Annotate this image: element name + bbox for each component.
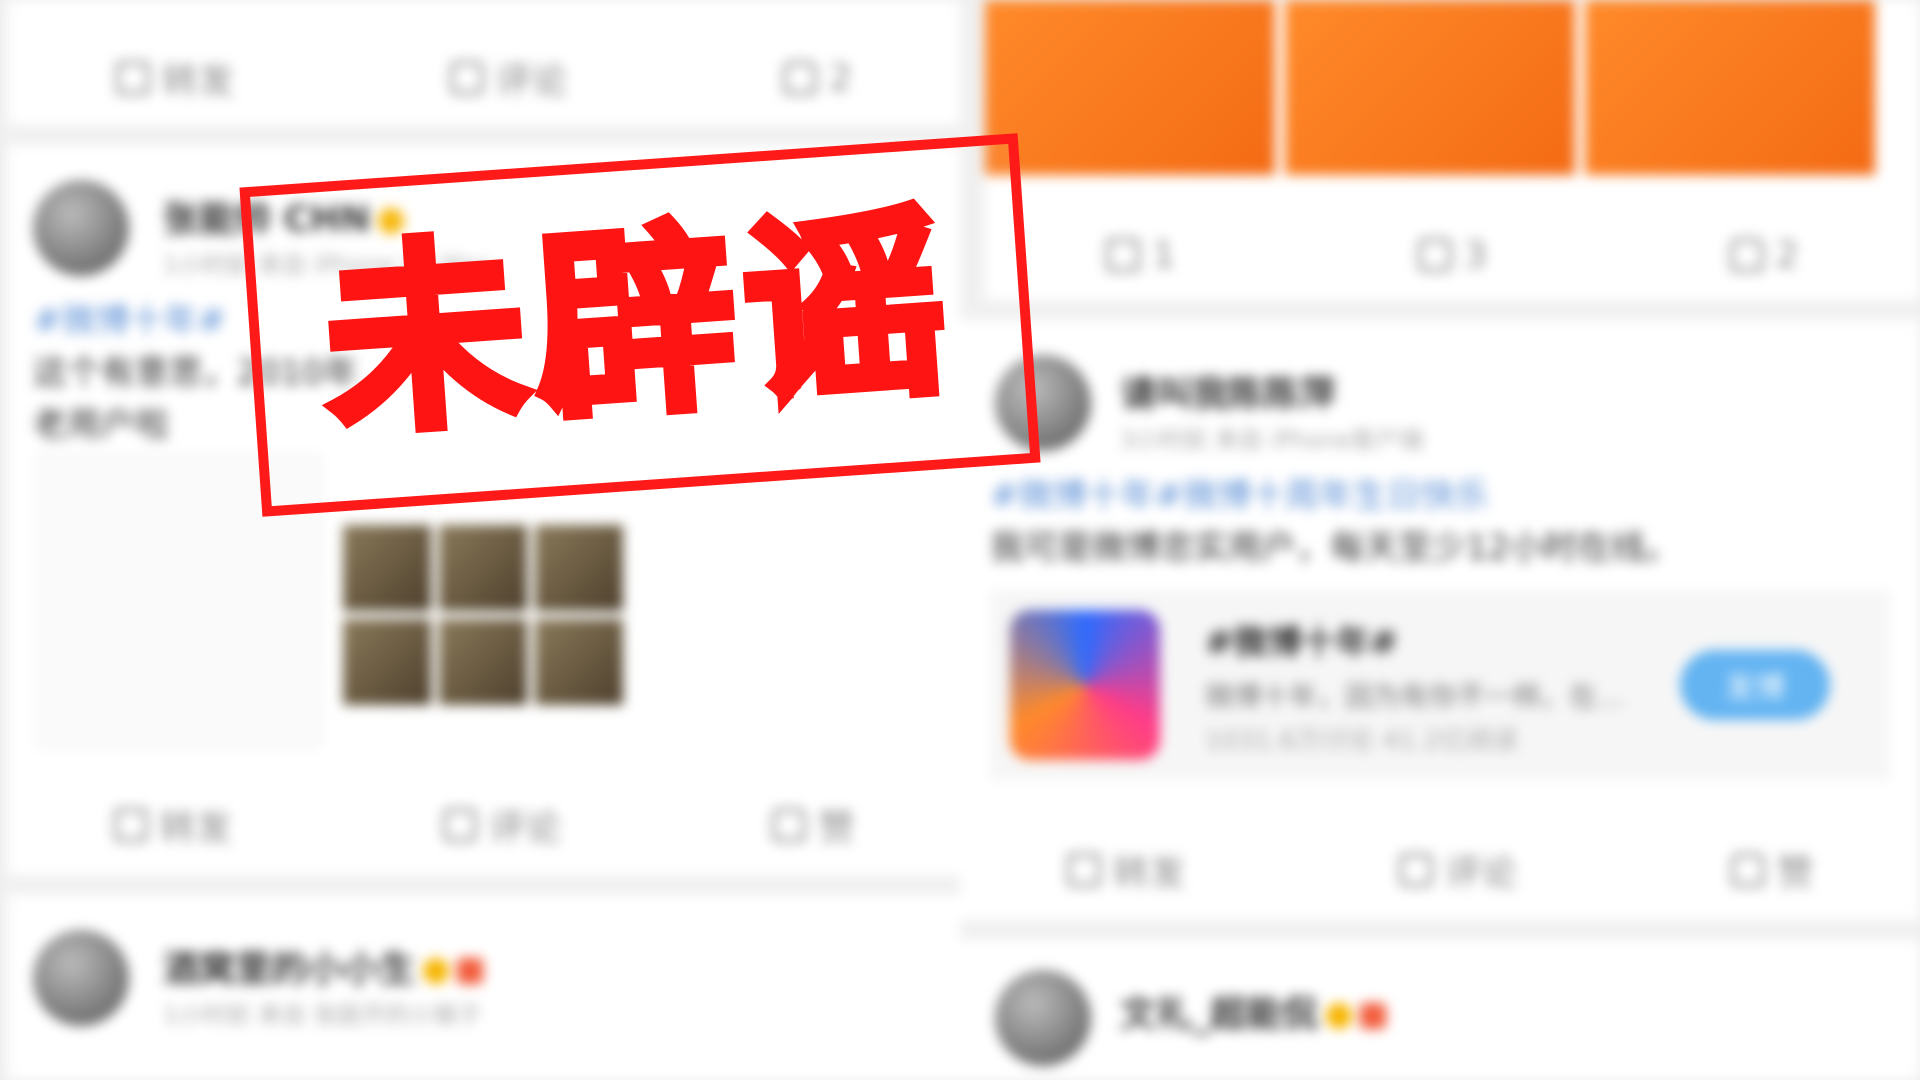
post-card: 请叫我陈陈萍 3小时前 来自 iPhone客户端 #微博十年#微博十周年生日快乐…: [960, 320, 1920, 920]
post-meta: 3小时前 来自 iPhone客户端: [1120, 426, 1424, 454]
vip-badge-icon: [1360, 1003, 1387, 1029]
weibo-ten-years-logo-icon: [1010, 610, 1160, 760]
repost-icon: [115, 61, 150, 95]
repost-icon: [1106, 238, 1141, 272]
topic-description: 微博十年，因为有你不一样。在...: [1205, 680, 1624, 713]
orange-image[interactable]: [985, 0, 1275, 175]
post-actions: 转发 评论 2: [8, 38, 960, 118]
hashtag-link[interactable]: #微博十年#微博十周年生日快乐: [990, 470, 1890, 522]
post-card: 酒窝里的小小生 1小时前 来自 张庭开的小猴子: [8, 895, 960, 1080]
orange-image[interactable]: [1285, 0, 1575, 175]
image-grid[interactable]: [343, 525, 623, 705]
previous-post-card: 1 3 2: [985, 0, 1920, 300]
comment-button[interactable]: 评论: [442, 799, 561, 851]
username[interactable]: 请叫我陈陈萍: [1120, 365, 1336, 417]
post-actions: 1 3 2: [985, 215, 1920, 295]
thumbs-up-icon: [772, 808, 807, 842]
post-actions: 转发 评论 赞: [960, 830, 1920, 910]
repost-icon: [1066, 853, 1101, 887]
topic-title: #微博十年#: [1205, 623, 1398, 663]
avatar[interactable]: [33, 180, 129, 276]
comment-icon: [1398, 853, 1433, 887]
topic-card[interactable]: #微博十年# 微博十年，因为有你不一样。在... 1031.6万讨论 41.2亿…: [990, 590, 1890, 780]
repost-button[interactable]: 转发: [1066, 844, 1185, 896]
previous-post-card: 转发 评论 2: [8, 0, 960, 125]
right-feed-column: 1 3 2 请叫我陈陈萍 3小时前 来自 iPhone客户端 #微博十年#微博十…: [960, 0, 1920, 1080]
like-button[interactable]: 赞: [1730, 844, 1813, 896]
grid-image[interactable]: [343, 525, 431, 611]
comment-button[interactable]: 评论: [449, 52, 568, 104]
grid-image[interactable]: [535, 525, 623, 611]
comment-icon: [449, 61, 484, 95]
repost-button[interactable]: 转发: [115, 52, 234, 104]
comment-button[interactable]: 评论: [1398, 844, 1517, 896]
repost-icon: [113, 808, 148, 842]
post-text: #微博十年#微博十周年生日快乐 我可是微博忠实用户，每天至少12小时在线。: [990, 470, 1890, 574]
grid-image[interactable]: [439, 525, 527, 611]
like-button[interactable]: 2: [783, 58, 852, 99]
post-card: 文礼_超能侃: [960, 940, 1920, 1080]
vip-badge-icon: [457, 958, 484, 984]
avatar[interactable]: [33, 930, 129, 1026]
stamp-text: 未辟谣: [313, 181, 968, 467]
avatar[interactable]: [995, 970, 1091, 1066]
post-topic-button[interactable]: 发博: [1680, 650, 1830, 720]
grid-image[interactable]: [535, 619, 623, 705]
topic-stats: 1031.6万讨论 41.2亿阅读: [1205, 726, 1519, 756]
thumbs-up-icon: [1730, 853, 1765, 887]
post-meta: 1小时前 来自 张庭开的小猴子: [163, 1001, 482, 1029]
post-actions: 转发 评论 赞: [8, 785, 960, 865]
verified-badge-icon: [1326, 1003, 1353, 1029]
like-button[interactable]: 赞: [772, 799, 854, 851]
comment-icon: [442, 808, 477, 842]
username[interactable]: 文礼_超能侃: [1120, 985, 1387, 1037]
repost-button[interactable]: 1: [1106, 235, 1175, 276]
like-button[interactable]: 2: [1729, 235, 1799, 276]
username[interactable]: 酒窝里的小小生: [163, 940, 484, 992]
grid-image[interactable]: [439, 619, 527, 705]
repost-button[interactable]: 转发: [113, 799, 232, 851]
orange-image[interactable]: [1585, 0, 1875, 175]
verified-badge-icon: [423, 958, 450, 984]
comment-icon: [1418, 238, 1453, 272]
not-debunked-stamp: 未辟谣: [239, 133, 1041, 517]
thumbs-up-icon: [783, 61, 818, 95]
thumbs-up-icon: [1729, 238, 1764, 272]
grid-image[interactable]: [343, 619, 431, 705]
comment-button[interactable]: 3: [1418, 235, 1487, 276]
